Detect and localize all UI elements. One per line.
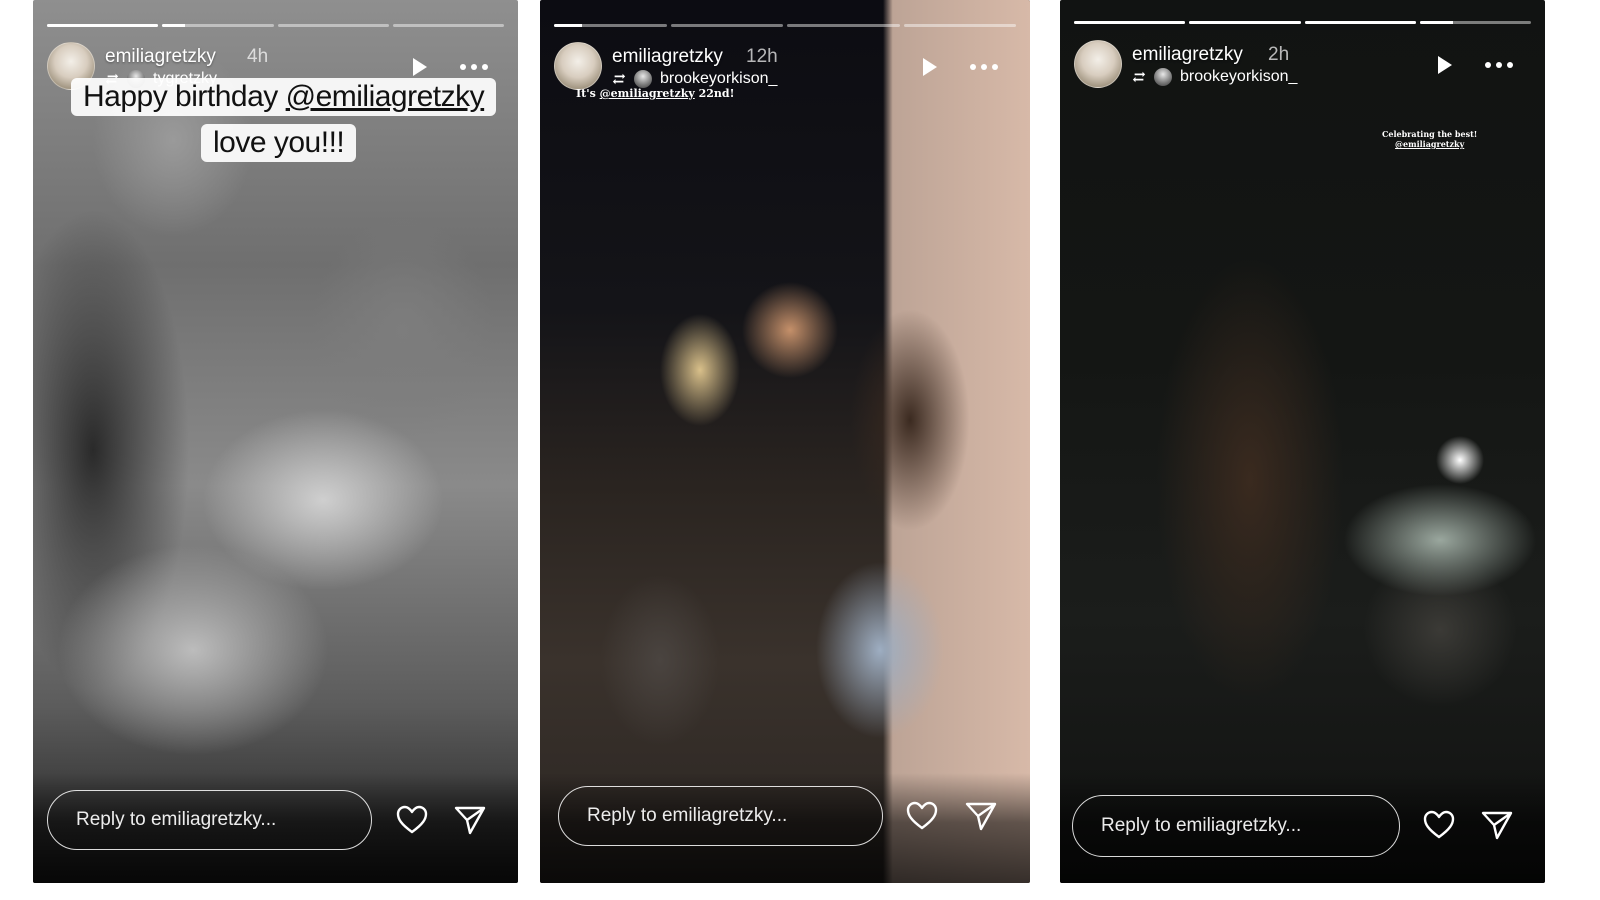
send-icon[interactable]: [453, 803, 487, 837]
progress-segment-active: [554, 24, 667, 27]
play-icon[interactable]: [1433, 54, 1455, 76]
heart-icon[interactable]: [395, 803, 429, 837]
caption-line-2: love you!!!: [201, 124, 357, 162]
heart-icon[interactable]: [1422, 808, 1456, 842]
reply-input[interactable]: Reply to emiliagretzky...: [1072, 795, 1400, 857]
story-text-overlay: Celebrating the best! @emiliagretzky: [1382, 129, 1477, 149]
story-footer: Reply to emiliagretzky...: [33, 773, 518, 883]
story-3[interactable]: emiliagretzky 2h brookeyorkison_ Celebra…: [1060, 0, 1545, 883]
reply-placeholder: Reply to emiliagretzky...: [587, 805, 788, 826]
repost-icon: [1132, 71, 1146, 83]
avatar[interactable]: [1074, 40, 1122, 88]
reply-input[interactable]: Reply to emiliagretzky...: [558, 786, 883, 846]
play-icon[interactable]: [408, 56, 430, 78]
more-options-icon[interactable]: [458, 56, 490, 78]
caption-text: Happy birthday: [83, 80, 286, 113]
overlay-mention[interactable]: @emiliagretzky: [600, 87, 695, 100]
progress-segment: [670, 24, 783, 27]
story-time: 12h: [746, 46, 778, 67]
reply-placeholder: Reply to emiliagretzky...: [1101, 815, 1302, 836]
username[interactable]: emiliagretzky: [612, 46, 723, 68]
reply-placeholder: Reply to emiliagretzky...: [76, 809, 277, 830]
caption-line-1: Happy birthday @emiliagretzky: [71, 78, 497, 116]
avatar[interactable]: [554, 42, 602, 90]
story-progress-bar: [554, 24, 1016, 27]
story-2[interactable]: emiliagretzky 12h brookeyorkison_ It's @…: [540, 0, 1030, 883]
progress-segment: [277, 24, 389, 27]
reposter-username: brookeyorkison_: [1180, 68, 1298, 85]
story-text-overlay: It's @emiliagretzky 22nd!: [576, 87, 734, 100]
story-photo: [540, 0, 1030, 883]
send-icon[interactable]: [964, 799, 998, 833]
repost-icon: [612, 73, 626, 85]
progress-segment-active: [162, 24, 274, 27]
progress-segment: [47, 24, 159, 27]
overlay-text-suffix: 22nd!: [694, 87, 735, 100]
progress-segment: [1074, 21, 1186, 24]
progress-segment: [1189, 21, 1301, 24]
overlay-text: Celebrating the best!: [1382, 129, 1478, 139]
story-time: 4h: [247, 46, 269, 67]
story-header: emiliagretzky 12h brookeyorkison_: [554, 42, 1016, 92]
caption-mention[interactable]: @emiliagretzky: [286, 80, 485, 113]
story-footer: Reply to emiliagretzky...: [540, 773, 1030, 883]
caption-text: love you!!!: [213, 126, 345, 159]
username[interactable]: emiliagretzky: [105, 46, 216, 68]
send-icon[interactable]: [1480, 808, 1514, 842]
story-footer: Reply to emiliagretzky...: [1060, 773, 1545, 883]
progress-segment-active: [1419, 21, 1531, 24]
story-1[interactable]: emiliagretzky 4h tygretzky Happy birthda…: [33, 0, 518, 883]
story-header: emiliagretzky 2h brookeyorkison_: [1074, 40, 1531, 90]
overlay-text: It's: [576, 87, 600, 100]
progress-segment: [787, 24, 900, 27]
progress-segment: [1304, 21, 1416, 24]
reposter-avatar: [1154, 68, 1172, 86]
story-progress-bar: [1074, 21, 1531, 24]
play-icon[interactable]: [918, 56, 940, 78]
overlay-mention[interactable]: @emiliagretzky: [1382, 139, 1477, 149]
username[interactable]: emiliagretzky: [1132, 44, 1243, 66]
more-options-icon[interactable]: [1483, 54, 1515, 76]
reposter-username: brookeyorkison_: [660, 70, 778, 87]
reply-input[interactable]: Reply to emiliagretzky...: [47, 790, 372, 850]
story-time: 2h: [1268, 44, 1290, 65]
repost-attribution[interactable]: brookeyorkison_: [612, 70, 777, 88]
reposter-avatar: [634, 70, 652, 88]
repost-attribution[interactable]: brookeyorkison_: [1132, 68, 1297, 86]
heart-icon[interactable]: [905, 799, 939, 833]
progress-segment: [392, 24, 504, 27]
progress-segment: [903, 24, 1016, 27]
more-options-icon[interactable]: [968, 56, 1000, 78]
story-progress-bar: [47, 24, 504, 27]
